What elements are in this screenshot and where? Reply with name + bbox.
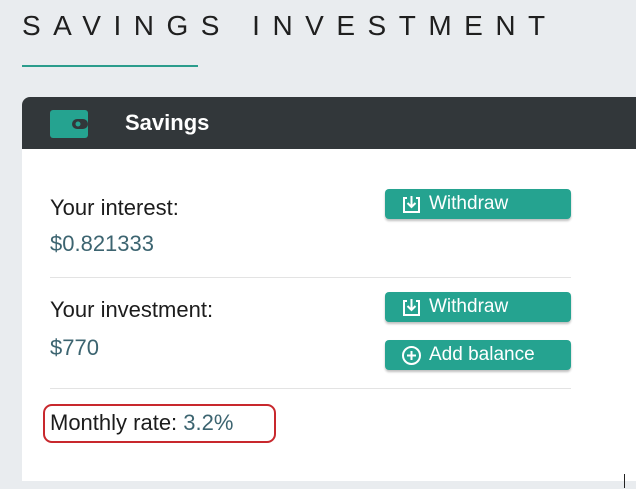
monthly-rate-label: Monthly rate: (50, 410, 178, 435)
card-header: Savings (22, 97, 636, 149)
add-balance-button[interactable]: Add balance (385, 340, 571, 370)
add-balance-label: Add balance (429, 344, 535, 365)
savings-card: Savings Your interest: $0.821333 Withdra… (22, 97, 636, 481)
investment-label: Your investment: (50, 297, 214, 322)
title-underline (22, 65, 198, 67)
row-divider (50, 277, 571, 278)
row-divider (50, 388, 571, 389)
text-cursor (624, 474, 625, 488)
card-title: Savings (125, 110, 210, 135)
plus-circle-icon (402, 345, 421, 365)
page-title: SAVINGS INVESTMENT (22, 10, 558, 41)
investment-value: $770 (50, 335, 99, 360)
interest-label: Your interest: (50, 195, 179, 220)
withdraw-interest-label: Withdraw (429, 193, 509, 214)
wallet-icon (50, 110, 88, 138)
withdraw-investment-label: Withdraw (429, 296, 509, 317)
download-icon (403, 195, 420, 213)
withdraw-investment-button[interactable]: Withdraw (385, 292, 571, 322)
download-icon (403, 298, 420, 316)
monthly-rate: Monthly rate: 3.2% (50, 410, 233, 436)
interest-value: $0.821333 (50, 231, 154, 256)
monthly-rate-value: 3.2% (183, 410, 234, 435)
withdraw-interest-button[interactable]: Withdraw (385, 189, 571, 219)
